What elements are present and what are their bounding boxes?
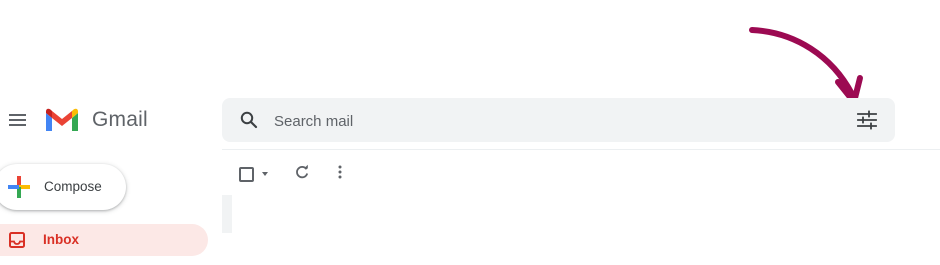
checkbox-icon[interactable] [239, 167, 254, 182]
compose-label: Compose [44, 179, 102, 194]
inbox-icon [9, 232, 25, 248]
search-options-icon[interactable] [856, 110, 878, 130]
message-list-area [222, 195, 232, 233]
chevron-down-icon[interactable] [262, 172, 268, 176]
gmail-logo-icon[interactable] [44, 107, 80, 133]
select-all-checkbox[interactable] [239, 167, 269, 182]
compose-plus-icon [8, 176, 30, 198]
gmail-window: Gmail Search mail Compose Inbox [0, 0, 940, 265]
search-icon[interactable] [239, 110, 259, 130]
hamburger-menu-icon[interactable] [8, 112, 28, 128]
brand-name: Gmail [92, 108, 148, 131]
app-header: Gmail [0, 96, 940, 146]
search-bar[interactable] [222, 98, 895, 142]
sidebar-item-label: Inbox [43, 232, 79, 247]
compose-button[interactable]: Compose [0, 164, 126, 210]
refresh-icon[interactable] [294, 164, 310, 180]
search-input[interactable] [274, 110, 834, 132]
header-divider [222, 149, 940, 150]
more-vertical-icon[interactable] [336, 164, 344, 180]
sidebar-item-inbox[interactable]: Inbox [0, 224, 208, 256]
